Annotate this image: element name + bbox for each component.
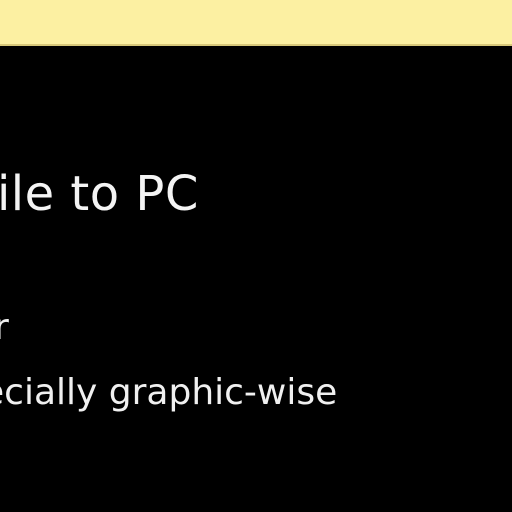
slide-title: bile to PC — [0, 166, 199, 222]
slide-canvas: bile to PC r ecially graphic-wise — [0, 48, 512, 512]
slide-bullet-1: r — [0, 307, 9, 348]
slide-bullet-2: ecially graphic-wise — [0, 372, 338, 413]
notification-bar — [0, 0, 512, 46]
